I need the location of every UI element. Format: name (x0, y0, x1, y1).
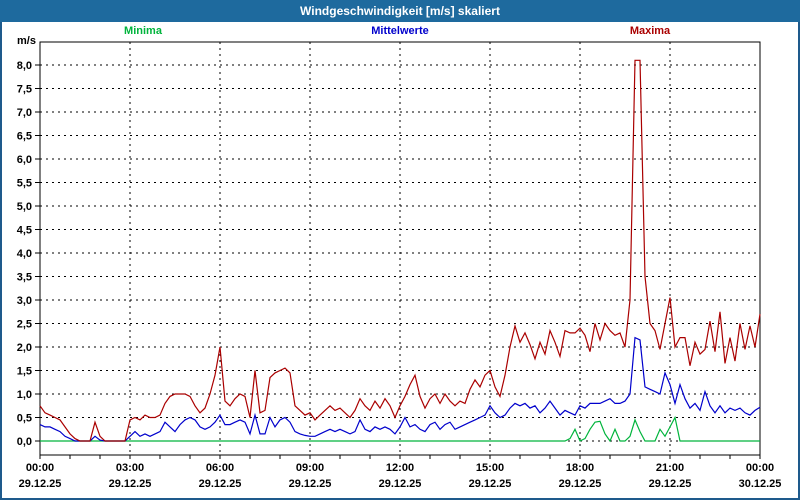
chart-window: Windgeschwindigkeit [m/s] skaliert Minim… (0, 0, 800, 500)
y-tick-label: 5,5 (17, 178, 32, 190)
x-tick-date: 29.12.25 (559, 478, 602, 490)
x-tick-date: 29.12.25 (649, 478, 692, 490)
y-tick-label: 2,0 (17, 342, 32, 354)
y-tick-label: 6,5 (17, 131, 32, 143)
series-maxima (39, 59, 761, 442)
x-tick-date: 30.12.25 (739, 478, 782, 490)
x-tick-date: 29.12.25 (199, 478, 242, 490)
x-tick-time: 18:00 (566, 462, 594, 474)
x-tick-time: 12:00 (386, 462, 414, 474)
x-tick-date: 29.12.25 (19, 478, 62, 490)
y-tick-label: 0,0 (17, 436, 32, 448)
x-tick-time: 06:00 (206, 462, 234, 474)
y-tick-label: 7,5 (17, 84, 32, 96)
y-tick-label: 0,5 (17, 413, 32, 425)
y-tick-label: 2,5 (17, 319, 32, 331)
x-tick-time: 00:00 (746, 462, 774, 474)
window-title: Windgeschwindigkeit [m/s] skaliert (0, 0, 800, 22)
y-tick-label: 7,0 (17, 107, 32, 119)
y-tick-label: 5,0 (17, 201, 32, 213)
x-tick-time: 00:00 (26, 462, 54, 474)
y-tick-label: 4,0 (17, 248, 32, 260)
x-tick-date: 29.12.25 (109, 478, 152, 490)
x-tick-time: 15:00 (476, 462, 504, 474)
x-tick-date: 29.12.25 (379, 478, 422, 490)
x-tick-date: 29.12.25 (469, 478, 512, 490)
y-tick-label: 3,5 (17, 272, 32, 284)
y-tick-label: 3,0 (17, 295, 32, 307)
x-tick-time: 03:00 (116, 462, 144, 474)
y-tick-label: 6,0 (17, 154, 32, 166)
x-tick-date: 29.12.25 (289, 478, 332, 490)
y-tick-label: 1,0 (17, 389, 32, 401)
x-tick-time: 21:00 (656, 462, 684, 474)
chart-canvas: 0,0 0,5 1,0 1,5 2,0 2,5 3,0 3,5 4,0 4,5 5,0 5,5 6,0 6… (17, 41, 782, 490)
y-tick-label: 8,0 (17, 60, 32, 72)
y-tick-label: 4,5 (17, 225, 32, 237)
y-tick-label: 1,5 (17, 366, 32, 378)
x-tick-time: 09:00 (296, 462, 324, 474)
series-mittelwerte (39, 336, 761, 442)
